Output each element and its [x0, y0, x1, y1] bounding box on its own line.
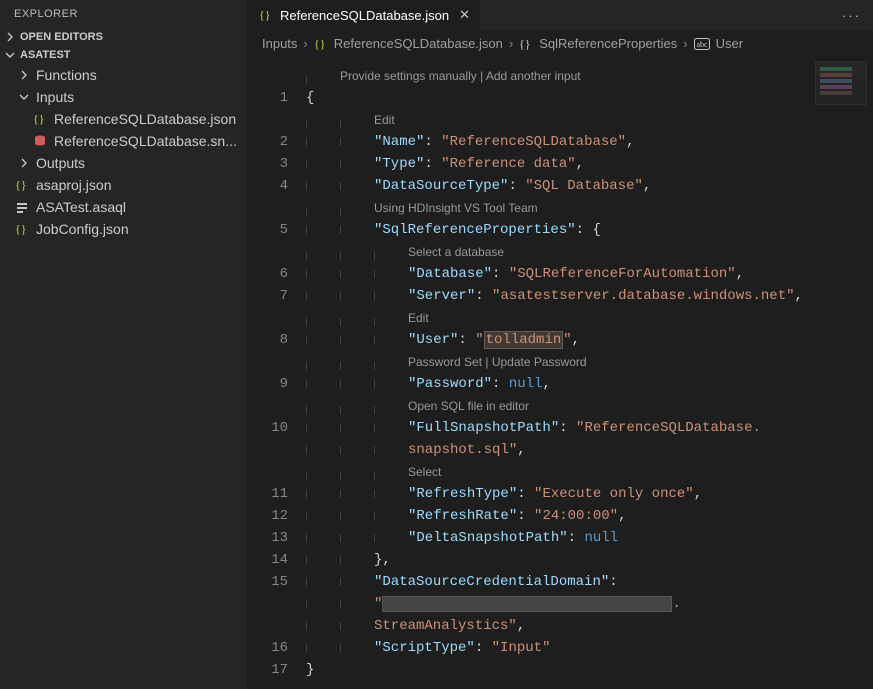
- open-editors-label: OPEN EDITORS: [20, 31, 103, 43]
- tab-bar: {} ReferenceSQLDatabase.json ✕ ···: [248, 0, 873, 30]
- project-label: ASATEST: [20, 49, 71, 61]
- redacted-value: [382, 596, 672, 612]
- chevron-down-icon: [4, 49, 16, 61]
- tree-file-asaproj[interactable]: {} asaproj.json: [0, 174, 247, 196]
- codelens-add-input[interactable]: Add another input: [486, 69, 581, 83]
- asaql-icon: [14, 199, 30, 215]
- svg-text:{}: {}: [314, 37, 326, 51]
- line-gutter: 1 2 3 4 5 6 7 8 9 10 11 12 13 14 15 16: [248, 57, 306, 689]
- tree-label: Outputs: [36, 155, 85, 171]
- svg-text:{}: {}: [519, 37, 531, 51]
- project-section[interactable]: ASATEST: [0, 46, 247, 64]
- codelens-edit[interactable]: Edit: [374, 113, 395, 127]
- tree-label: Inputs: [36, 89, 74, 105]
- minimap[interactable]: [815, 61, 867, 105]
- codelens-select[interactable]: Select: [408, 465, 441, 479]
- breadcrumb-item[interactable]: ReferenceSQLDatabase.json: [334, 36, 503, 51]
- breadcrumb-item[interactable]: SqlReferenceProperties: [539, 36, 677, 51]
- breadcrumb-item[interactable]: User: [716, 36, 743, 51]
- chevron-right-icon: [18, 157, 30, 169]
- chevron-right-icon: [4, 31, 16, 43]
- tree-folder-inputs[interactable]: Inputs: [0, 86, 247, 108]
- tree-file-json[interactable]: {} ReferenceSQLDatabase.json: [0, 108, 247, 130]
- tree-label: JobConfig.json: [36, 221, 129, 237]
- codelens-select-db[interactable]: Select a database: [408, 245, 504, 259]
- tree-folder-functions[interactable]: Functions: [0, 64, 247, 86]
- tree-file-snapshot[interactable]: ReferenceSQLDatabase.sn...: [0, 130, 247, 152]
- database-icon: [32, 133, 48, 149]
- string-icon: abc: [694, 38, 710, 50]
- braces-icon: {}: [519, 37, 533, 51]
- tab-label: ReferenceSQLDatabase.json: [280, 8, 449, 23]
- svg-text:abc: abc: [696, 40, 708, 49]
- codelens-edit[interactable]: Edit: [408, 311, 429, 325]
- codelens-password-set[interactable]: Password Set: [408, 355, 482, 369]
- json-icon: {}: [258, 7, 274, 23]
- codelens-hdinsight[interactable]: Using HDInsight VS Tool Team: [374, 201, 538, 215]
- json-icon: {}: [314, 37, 328, 51]
- explorer-title: EXPLORER: [0, 0, 247, 28]
- tree-label: asaproj.json: [36, 177, 112, 193]
- tree-file-jobconfig[interactable]: {} JobConfig.json: [0, 218, 247, 240]
- svg-text:{}: {}: [15, 178, 27, 192]
- breadcrumb-item[interactable]: Inputs: [262, 36, 297, 51]
- tree-label: Functions: [36, 67, 97, 83]
- open-editors-section[interactable]: OPEN EDITORS: [0, 28, 247, 46]
- json-icon: {}: [32, 111, 48, 127]
- svg-text:{}: {}: [15, 222, 27, 236]
- codelens-update-password[interactable]: Update Password: [492, 355, 587, 369]
- editor[interactable]: 1 2 3 4 5 6 7 8 9 10 11 12 13 14 15 16: [248, 57, 873, 689]
- breadcrumb-sep: ›: [303, 36, 307, 51]
- breadcrumb[interactable]: Inputs › {} ReferenceSQLDatabase.json › …: [248, 30, 873, 57]
- chevron-right-icon: [18, 69, 30, 81]
- codelens-provide-settings[interactable]: Provide settings manually: [340, 69, 477, 83]
- tree-label: ReferenceSQLDatabase.json: [54, 111, 236, 127]
- svg-text:{}: {}: [33, 112, 45, 126]
- codelens-open-sql[interactable]: Open SQL file in editor: [408, 399, 529, 413]
- breadcrumb-sep: ›: [509, 36, 513, 51]
- svg-text:{}: {}: [259, 8, 271, 22]
- tree-label: ReferenceSQLDatabase.sn...: [54, 133, 237, 149]
- editor-main: {} ReferenceSQLDatabase.json ✕ ··· Input…: [248, 0, 873, 689]
- chevron-down-icon: [18, 91, 30, 103]
- tree-folder-outputs[interactable]: Outputs: [0, 152, 247, 174]
- tree-file-asaql[interactable]: ASATest.asaql: [0, 196, 247, 218]
- explorer-sidebar: EXPLORER OPEN EDITORS ASATEST Functions …: [0, 0, 248, 689]
- close-icon[interactable]: ✕: [459, 7, 470, 23]
- tree-label: ASATest.asaql: [36, 199, 126, 215]
- code-content[interactable]: Provide settings manually | Add another …: [306, 57, 873, 689]
- tab-more-button[interactable]: ···: [830, 0, 873, 30]
- json-icon: {}: [14, 221, 30, 237]
- breadcrumb-sep: ›: [683, 36, 687, 51]
- json-icon: {}: [14, 177, 30, 193]
- tab-active[interactable]: {} ReferenceSQLDatabase.json ✕: [248, 0, 481, 30]
